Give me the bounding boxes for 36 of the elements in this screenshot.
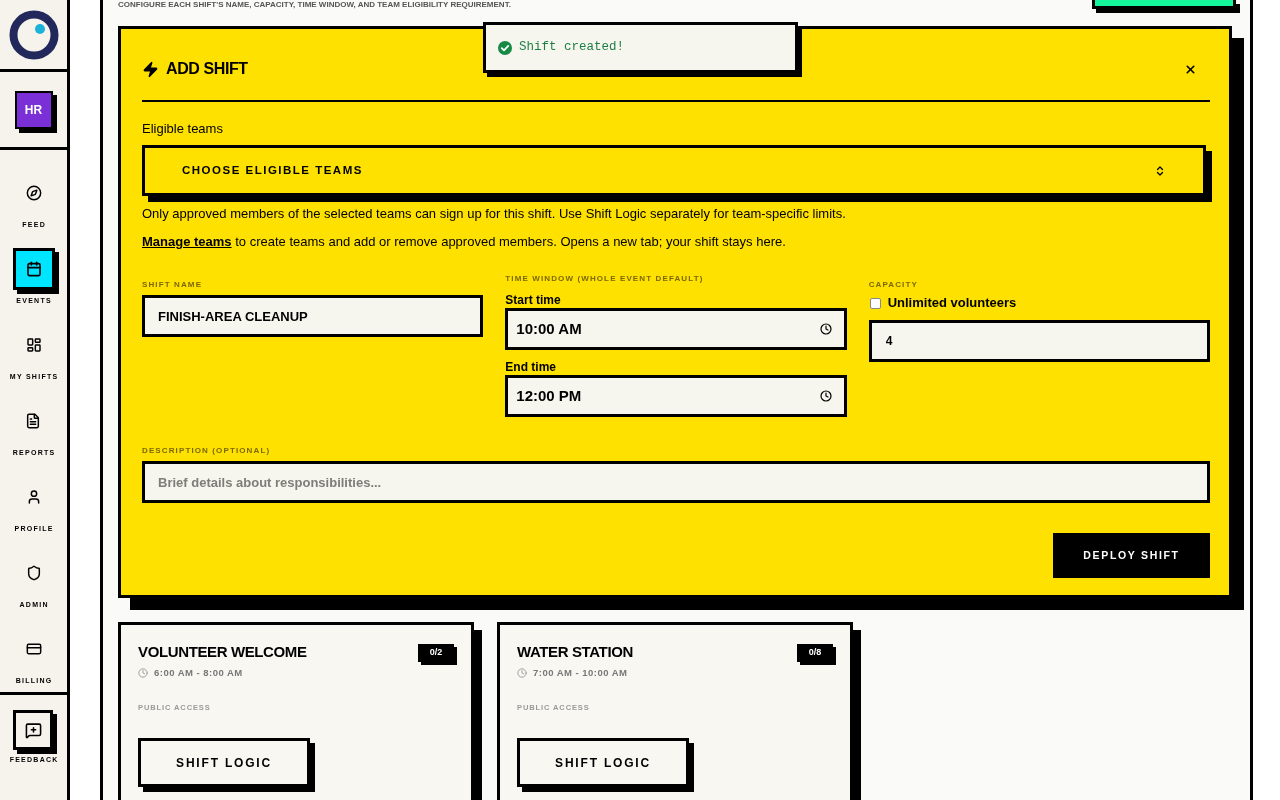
shift-name-input[interactable]: FINISH-AREA CLEANUP — [142, 295, 484, 337]
toast-message: Shift created! — [519, 39, 625, 57]
shift-time: 6:00 AM - 8:00 AM — [154, 667, 243, 679]
check-circle-icon — [498, 40, 512, 55]
help-text: Only approved members of the selected teams can sign up for this shift. Use Shift Logic separately for team-specific limits. — [142, 205, 846, 223]
chevron-up-down-icon — [1154, 164, 1166, 177]
start-time-field[interactable]: 10:00 AM — [505, 308, 847, 350]
capacity-badge: 0/8 — [797, 644, 833, 662]
field-label: SHIFT NAME — [142, 280, 203, 290]
ring-logo-icon[interactable] — [8, 9, 59, 60]
field-label: CAPACITY — [868, 280, 918, 290]
clock-icon — [138, 668, 148, 678]
checkbox[interactable] — [869, 297, 881, 309]
manage-teams-link[interactable]: Manage teams — [142, 234, 232, 249]
shift-title: WATER STATION — [517, 642, 633, 662]
page-subtitle: CONFIGURE EACH SHIFT'S NAME, CAPACITY, TIME WINDOW, AND TEAM ELIGIBILITY REQUIREMENT. — [118, 0, 511, 9]
clock-icon — [819, 390, 832, 402]
shift-time: 7:00 AM - 10:00 AM — [533, 667, 628, 679]
end-time-field[interactable]: 12:00 PM — [505, 375, 847, 417]
close-icon — [1183, 62, 1197, 76]
shift-title: VOLUNTEER WELCOME — [138, 642, 307, 662]
description-input[interactable]: Brief details about responsibilities... — [142, 461, 1210, 503]
field-label: DESCRIPTION (OPTIONAL) — [142, 446, 271, 456]
field-label: End time — [505, 359, 556, 375]
clock-icon — [819, 323, 832, 335]
field-label: TIME WINDOW (WHOLE EVENT DEFAULT) — [505, 274, 704, 284]
capacity-input[interactable]: 4 — [868, 320, 1210, 362]
clock-icon — [517, 668, 527, 678]
modal-title: ADD SHIFT — [166, 59, 248, 79]
deploy-shift-button[interactable]: DEPLOY SHIFT — [1053, 533, 1210, 578]
field-label: Start time — [505, 292, 561, 308]
checkbox-label: Unlimited volunteers — [887, 295, 1017, 311]
help-text: Manage teams to create teams and add or remove approved members. Opens a new tab; your shift stays here. — [142, 233, 786, 251]
lightning-icon — [142, 60, 159, 78]
field-label: Eligible teams — [142, 120, 223, 138]
capacity-badge: 0/2 — [418, 644, 454, 662]
